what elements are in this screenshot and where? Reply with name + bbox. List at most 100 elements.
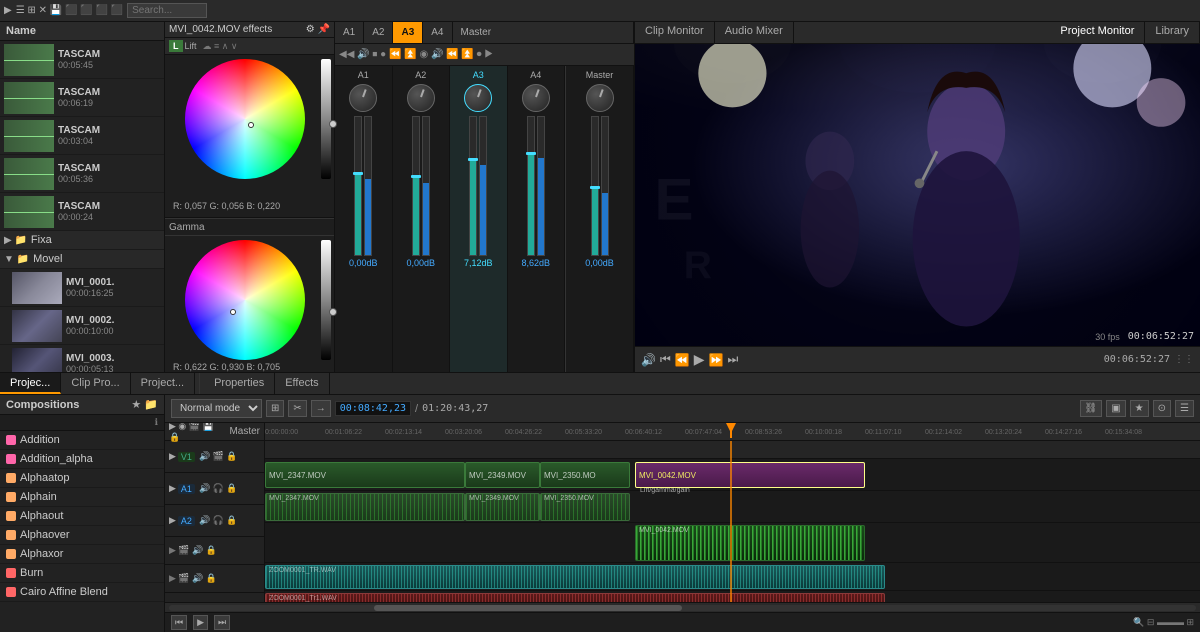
list-item[interactable]: TASCAM 00:05:36 [0, 155, 164, 193]
track-row-v1[interactable]: MVI_0042.MOV Lift/gamma/gain MVI_2347.MO… [265, 459, 1200, 491]
lift-brightness-slider[interactable] [321, 59, 331, 179]
clip-v1-mvi2349[interactable]: MVI_2349.MOV [465, 462, 540, 488]
comp-folder-btn[interactable]: 📁 [144, 398, 158, 411]
tab-clip-properties[interactable]: Clip Pro... [61, 373, 130, 394]
fader-track-master[interactable] [591, 116, 599, 256]
clip-a1-mvi2349[interactable]: MVI_2349.MOV [465, 493, 540, 521]
tab-audio-mixer[interactable]: Audio Mixer [715, 22, 794, 43]
fader-handle-a3[interactable] [468, 158, 478, 161]
comp-star-btn[interactable]: ★ [131, 398, 141, 411]
comp-item-alphaatop[interactable]: Alphaatop [0, 469, 164, 488]
fader-track-a4b[interactable] [537, 116, 545, 256]
tab-properties[interactable]: Properties [204, 373, 275, 394]
preview-vol-btn[interactable]: 🔊 [641, 353, 656, 367]
scroll-track[interactable] [169, 605, 1196, 611]
list-item[interactable]: MVI_0003. 00:00:05:13 [0, 345, 164, 372]
timeline-content[interactable]: MVI_0042.MOV Lift/gamma/gain MVI_2347.MO… [265, 441, 1200, 602]
list-item[interactable]: MVI_0001. 00:00:16:25 [0, 269, 164, 307]
comp-item-addition[interactable]: Addition [0, 431, 164, 450]
timeline-mode-select[interactable]: Normal mode [171, 399, 262, 418]
clip-v1-mvi2350[interactable]: MVI_2350.MO [540, 462, 630, 488]
audio-tab-a2[interactable]: A2 [364, 22, 393, 43]
a1-expand-icon[interactable]: ▶ [169, 483, 176, 494]
tab-clip-monitor[interactable]: Clip Monitor [635, 22, 715, 43]
status-next-btn[interactable]: ⏭ [214, 615, 230, 630]
timeline-group-btn[interactable]: ▣ [1106, 400, 1125, 417]
tab-project[interactable]: Projec... [0, 373, 61, 394]
knob-a2[interactable] [407, 84, 435, 112]
list-item[interactable]: TASCAM 00:03:04 [0, 117, 164, 155]
tab-library[interactable]: Library [1145, 22, 1200, 43]
track-row-a1[interactable]: MVI_2347.MOV MVI_2349.MOV MVI_2350.MOV [265, 491, 1200, 523]
preview-step-back-btn[interactable]: ⏪ [675, 353, 690, 367]
comp-item-alphaxor[interactable]: Alphaxor [0, 545, 164, 564]
status-play-btn[interactable]: ▶ [193, 615, 208, 630]
tab-project-monitor[interactable]: Project Monitor [1050, 22, 1145, 43]
list-item[interactable]: MVI_0002. 00:00:10:00 [0, 307, 164, 345]
audio-tab-a4[interactable]: A4 [423, 22, 452, 43]
preview-play-btn[interactable]: ▶ [694, 351, 705, 368]
folder-item-movel[interactable]: ▼ 📁 Movel [0, 250, 164, 269]
comp-item-alphain[interactable]: Alphain [0, 488, 164, 507]
fader-track-a2[interactable] [412, 116, 420, 256]
clip-a1-mvi2350[interactable]: MVI_2350.MOV [540, 493, 630, 521]
audio-tab-a3[interactable]: A3 [393, 22, 423, 43]
fader-handle-master[interactable] [590, 186, 600, 189]
list-item[interactable]: TASCAM 00:06:19 [0, 79, 164, 117]
fader-handle-a4[interactable] [526, 152, 536, 155]
timeline-more-btn[interactable]: ★ [1130, 400, 1149, 417]
fader-track-a3b[interactable] [479, 116, 487, 256]
fader-track-a2b[interactable] [422, 116, 430, 256]
track-row-zoom2[interactable]: ZOOM0001_Tr1.WAV [265, 591, 1200, 602]
scroll-thumb[interactable] [374, 605, 682, 611]
track-row-a2[interactable]: MVI_0042.MOV [265, 523, 1200, 563]
gamma-slider-handle[interactable] [329, 308, 337, 316]
timeline-cut-btn[interactable]: ✂ [288, 400, 306, 417]
preview-prev-btn[interactable]: ⏮ [660, 352, 671, 367]
track-row-zoom1[interactable]: ZOOM0001_TR.WAV [265, 563, 1200, 591]
clip-a2-mvi0042[interactable]: MVI_0042.MOV [635, 525, 865, 561]
knob-a4[interactable] [522, 84, 550, 112]
fader-track-a4[interactable] [527, 116, 535, 256]
comp-item-alphaout[interactable]: Alphaout [0, 507, 164, 526]
timeline-link-btn[interactable]: ⛓ [1080, 400, 1103, 417]
clip-v1-mvi2347[interactable]: MVI_2347.MOV [265, 462, 465, 488]
tab-project2[interactable]: Project... [131, 373, 195, 394]
folder-item-fixa[interactable]: ▶ 📁 Fixa [0, 231, 164, 250]
comp-item-cairo[interactable]: Cairo Affine Blend [0, 583, 164, 602]
timeline-menu-btn[interactable]: ☰ [1175, 400, 1194, 417]
fader-track-a1b[interactable] [364, 116, 372, 256]
fader-track-a3[interactable] [469, 116, 477, 256]
timeline-scrollbar[interactable] [165, 602, 1200, 612]
lift-button[interactable]: L [169, 40, 183, 52]
tab-effects[interactable]: Effects [275, 373, 329, 394]
timeline-expand-btn[interactable]: ⊙ [1153, 400, 1171, 417]
audio-tab-master[interactable]: Master [453, 22, 635, 43]
preview-step-fwd-btn[interactable]: ⏩ [709, 353, 724, 367]
clip-v1-mvi0042[interactable]: MVI_0042.MOV [635, 462, 865, 488]
comp-item-burn[interactable]: Burn [0, 564, 164, 583]
lift-wheel[interactable] [185, 59, 315, 189]
gamma-wheel[interactable] [185, 240, 315, 360]
clip-zoom1[interactable]: ZOOM0001_TR.WAV [265, 565, 885, 589]
comp-item-alphaover[interactable]: Alphaover [0, 526, 164, 545]
knob-master[interactable] [586, 84, 614, 112]
lift-slider-handle[interactable] [329, 120, 337, 128]
list-item[interactable]: TASCAM 00:00:24 [0, 193, 164, 231]
audio-tab-a1[interactable]: A1 [335, 22, 364, 43]
timeline-snap-btn[interactable]: ⊞ [266, 400, 284, 417]
clip-a1-mvi2347[interactable]: MVI_2347.MOV [265, 493, 465, 521]
knob-a3[interactable] [464, 84, 492, 112]
list-item[interactable]: TASCAM 00:05:45 [0, 41, 164, 79]
search-input[interactable] [127, 3, 207, 18]
comp-item-addition-alpha[interactable]: Addition_alpha [0, 450, 164, 469]
fader-track-a1[interactable] [354, 116, 362, 256]
knob-a1[interactable] [349, 84, 377, 112]
clip-zoom2[interactable]: ZOOM0001_Tr1.WAV [265, 593, 885, 602]
fader-track-masterb[interactable] [601, 116, 609, 256]
status-prev-btn[interactable]: ⏮ [171, 615, 187, 630]
preview-next-btn[interactable]: ⏭ [727, 352, 738, 367]
fader-handle-a1[interactable] [353, 172, 363, 175]
fader-handle-a2[interactable] [411, 175, 421, 178]
gamma-brightness-slider[interactable] [321, 240, 331, 360]
